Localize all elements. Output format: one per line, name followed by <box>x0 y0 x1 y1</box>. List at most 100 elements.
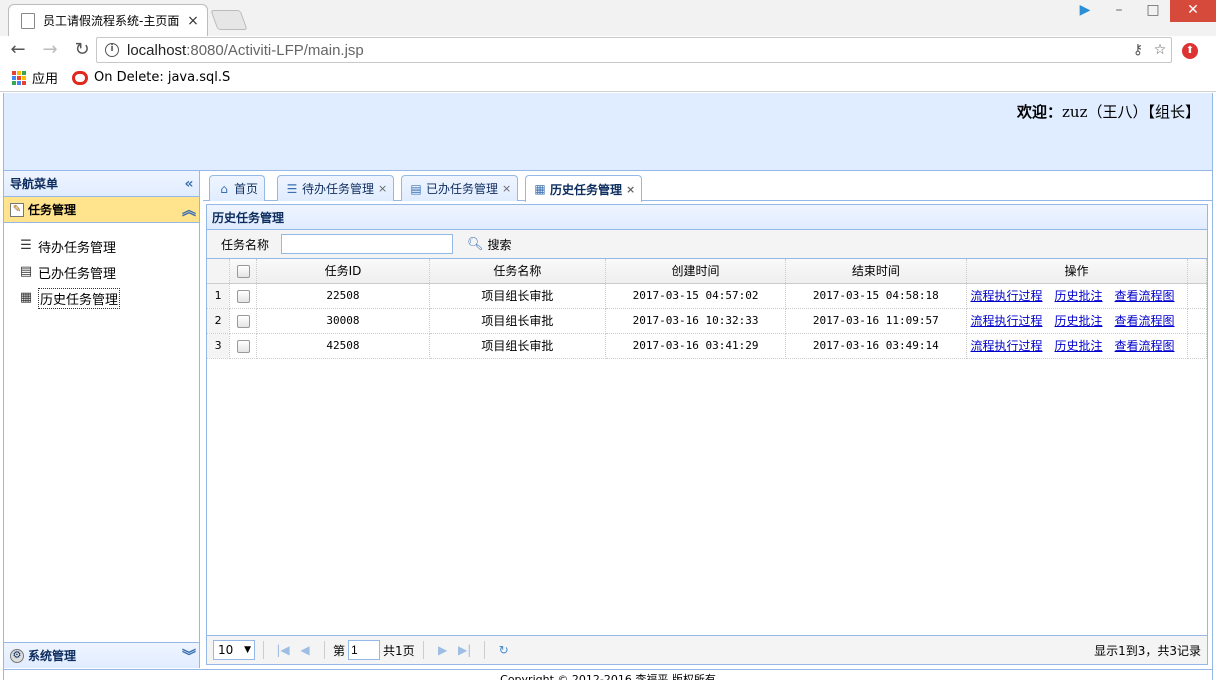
key-icon[interactable]: ⚷ <box>1127 42 1149 58</box>
doc-icon: ▤ <box>410 181 422 196</box>
row-number: 1 <box>207 283 231 309</box>
pagination-info: 显示1到3，共3记录 <box>1094 643 1201 658</box>
accordion-collapse-icon[interactable]: ︽ <box>179 200 199 220</box>
row-checkbox[interactable] <box>229 283 258 309</box>
url-text[interactable]: localhost:8080/Activiti-LFP/main.jsp <box>127 42 1127 59</box>
nav-menu-header: 导航菜单 « <box>4 171 199 197</box>
table-row[interactable]: 2 30008 项目组长审批 2017-03-16 10:32:33 2017-… <box>207 308 1208 334</box>
tab-label: 待办任务管理 <box>302 182 375 196</box>
prev-page-icon[interactable]: ◀ <box>294 643 316 657</box>
link-process[interactable]: 流程执行过程 <box>971 314 1043 328</box>
edit-icon: ✎ <box>10 202 24 217</box>
table-row[interactable]: 1 22508 项目组长审批 2017-03-15 04:57:02 2017-… <box>207 283 1208 309</box>
address-bar[interactable]: i localhost:8080/Activiti-LFP/main.jsp ⚷… <box>96 37 1172 63</box>
tab-home[interactable]: ⌂ 首页 <box>209 175 266 201</box>
page-size-value: 10 <box>218 643 234 657</box>
url-host: localhost <box>127 41 187 59</box>
minimize-icon[interactable]: – <box>1102 0 1136 22</box>
welcome-user: zuz（王八）【组长】 <box>1062 103 1200 121</box>
col-task-id[interactable]: 任务ID <box>256 259 430 284</box>
tab-close-icon[interactable]: × <box>185 13 201 29</box>
grid-toolbar: 任务名称 🔍︎ 搜索 <box>206 230 1208 258</box>
info-icon[interactable]: i <box>105 43 119 57</box>
col-ended[interactable]: 结束时间 <box>785 259 967 284</box>
menu-item-history[interactable]: ▦ 历史任务管理 <box>18 285 199 311</box>
collapse-left-icon[interactable]: « <box>179 176 199 192</box>
search-input[interactable] <box>281 234 454 254</box>
page-number-input[interactable] <box>348 640 381 660</box>
row-checkbox[interactable] <box>229 333 258 359</box>
search-button-label: 搜索 <box>487 237 512 252</box>
last-page-icon[interactable]: ▶| <box>454 643 476 657</box>
col-created[interactable]: 创建时间 <box>605 259 787 284</box>
col-task-name[interactable]: 任务名称 <box>429 259 606 284</box>
page-total: 共1页 <box>383 643 415 658</box>
tab-label: 历史任务管理 <box>550 182 623 197</box>
link-view-diagram[interactable]: 查看流程图 <box>1115 289 1175 303</box>
star-icon[interactable]: ☆ <box>1149 42 1171 58</box>
col-ops[interactable]: 操作 <box>966 259 1188 284</box>
back-icon[interactable]: ← <box>4 36 32 64</box>
menu-item-todo[interactable]: ☰ 待办任务管理 <box>18 233 199 259</box>
browser-tab[interactable]: 员工请假流程系统-主页面 × <box>8 4 208 36</box>
browser-tabbar: 员工请假流程系统-主页面 × ▶ – □ ✕ <box>0 0 1216 36</box>
tab-close-icon[interactable]: × <box>378 182 387 195</box>
center-panel: ⌂ 首页 ☰ 待办任务管理 × ▤ 已办任务管理 × ▦ 历史任务管理 × 历史… <box>203 171 1212 668</box>
app-footer: Copyright © 2012-2016 李福平 版权所有 <box>4 669 1212 680</box>
search-button[interactable]: 🔍︎ 搜索 <box>467 236 512 253</box>
list-icon: ☰ <box>286 181 298 196</box>
menu-item-done[interactable]: ▤ 已办任务管理 <box>18 259 199 285</box>
history-icon: ▦ <box>19 290 33 305</box>
refresh-icon[interactable]: ↻ <box>493 643 515 657</box>
link-process[interactable]: 流程执行过程 <box>971 289 1043 303</box>
next-page-icon[interactable]: ▶ <box>432 643 454 657</box>
browser-toolbar: ← → ↻ i localhost:8080/Activiti-LFP/main… <box>0 36 1216 64</box>
cell-spacer <box>1187 283 1208 309</box>
pagination-bar: 10 ▼ |◀ ◀ 第 共1页 ▶ ▶| ↻ 显示1到3，共3记录 <box>206 635 1208 665</box>
reload-icon[interactable]: ↻ <box>68 36 96 64</box>
extension-icon[interactable]: ▶ <box>1068 0 1102 22</box>
link-history-comments[interactable]: 历史批注 <box>1055 289 1103 303</box>
extension-red-icon[interactable]: ⬆ <box>1182 43 1198 59</box>
cell-task-id: 42508 <box>256 333 430 359</box>
cell-ops: 流程执行过程 历史批注 查看流程图 <box>966 308 1188 334</box>
accordion-task-management[interactable]: ✎ 任务管理 ︽ <box>4 197 199 223</box>
system-title: 系统管理 <box>28 649 77 663</box>
tab-history[interactable]: ▦ 历史任务管理 × <box>525 175 643 202</box>
tab-todo[interactable]: ☰ 待办任务管理 × <box>277 175 395 201</box>
accordion-system-management[interactable]: ⚙ 系统管理 ︾ <box>4 642 199 668</box>
page-size-select[interactable]: 10 ▼ <box>213 640 255 660</box>
link-view-diagram[interactable]: 查看流程图 <box>1115 314 1175 328</box>
cell-task-id: 30008 <box>256 308 430 334</box>
cell-spacer <box>1187 308 1208 334</box>
select-all-checkbox[interactable] <box>229 259 258 284</box>
table-row[interactable]: 3 42508 项目组长审批 2017-03-16 03:41:29 2017-… <box>207 333 1208 359</box>
link-history-comments[interactable]: 历史批注 <box>1055 314 1103 328</box>
tab-done[interactable]: ▤ 已办任务管理 × <box>401 175 519 201</box>
bookmark-apps[interactable]: 应用 <box>32 68 58 87</box>
window-close-icon[interactable]: ✕ <box>1170 0 1216 22</box>
maximize-icon[interactable]: □ <box>1136 0 1170 22</box>
tab-close-icon[interactable]: × <box>502 182 511 195</box>
list-icon: ☰ <box>20 238 32 253</box>
history-icon: ▦ <box>534 182 546 196</box>
grid-title: 历史任务管理 <box>206 204 1208 230</box>
forward-icon[interactable]: → <box>36 36 64 64</box>
tab-close-icon[interactable]: × <box>626 183 635 196</box>
row-checkbox[interactable] <box>229 308 258 334</box>
new-tab-button[interactable] <box>210 10 248 30</box>
search-label: 任务名称 <box>221 237 270 252</box>
link-view-diagram[interactable]: 查看流程图 <box>1115 339 1175 353</box>
first-page-icon[interactable]: |◀ <box>272 643 294 657</box>
browser-tab-title: 员工请假流程系统-主页面 <box>43 14 180 28</box>
link-process[interactable]: 流程执行过程 <box>971 339 1043 353</box>
row-number: 2 <box>207 308 231 334</box>
expand-icon[interactable]: ︾ <box>179 646 199 666</box>
app-layout: 欢迎：zuz（王八）【组长】 导航菜单 « ✎ 任务管理 ︽ ☰ 待办任务管理 … <box>3 93 1213 680</box>
app-header: 欢迎：zuz（王八）【组长】 <box>4 93 1212 171</box>
welcome-text: 欢迎：zuz（王八）【组长】 <box>1017 101 1200 122</box>
cell-created: 2017-03-16 03:41:29 <box>605 333 787 359</box>
link-history-comments[interactable]: 历史批注 <box>1055 339 1103 353</box>
bookmark-on-delete[interactable]: On Delete: java.sql.S <box>94 70 230 85</box>
data-grid: 任务ID 任务名称 创建时间 结束时间 操作 1 22508 项目组长审批 20… <box>206 258 1208 635</box>
